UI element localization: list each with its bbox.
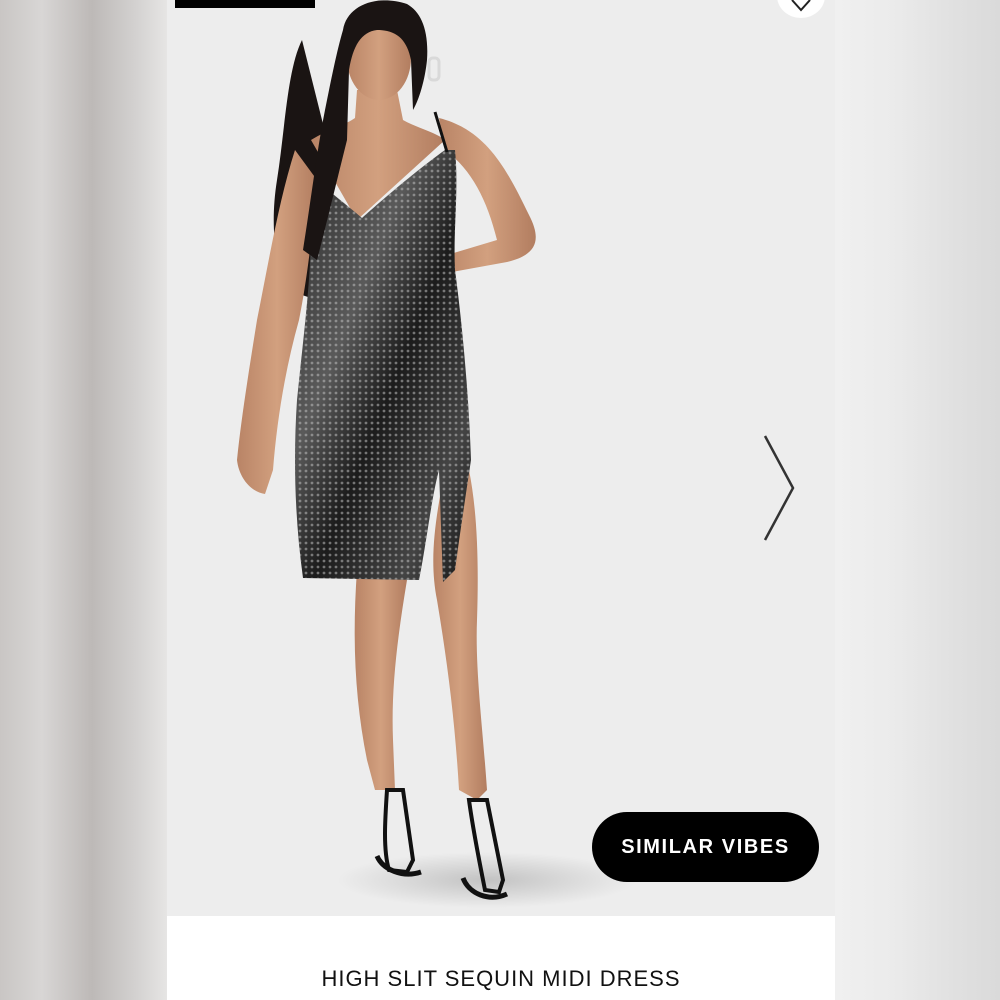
right-blurred-margin bbox=[835, 0, 1000, 1000]
left-blurred-margin bbox=[0, 0, 167, 1000]
product-title: HIGH SLIT SEQUIN MIDI DRESS bbox=[321, 966, 681, 991]
similar-vibes-button[interactable]: SIMILAR VIBES bbox=[592, 812, 819, 882]
chevron-right-icon[interactable] bbox=[759, 432, 799, 544]
heart-icon bbox=[791, 0, 811, 12]
screenshot: SIMILAR VIBES HIGH SLIT SEQUIN MIDI DRES… bbox=[0, 0, 1000, 1000]
product-card: SIMILAR VIBES HIGH SLIT SEQUIN MIDI DRES… bbox=[167, 0, 835, 1000]
wishlist-button[interactable] bbox=[777, 0, 825, 18]
product-image-gallery[interactable]: SIMILAR VIBES bbox=[167, 0, 835, 916]
product-model-image bbox=[237, 0, 637, 908]
